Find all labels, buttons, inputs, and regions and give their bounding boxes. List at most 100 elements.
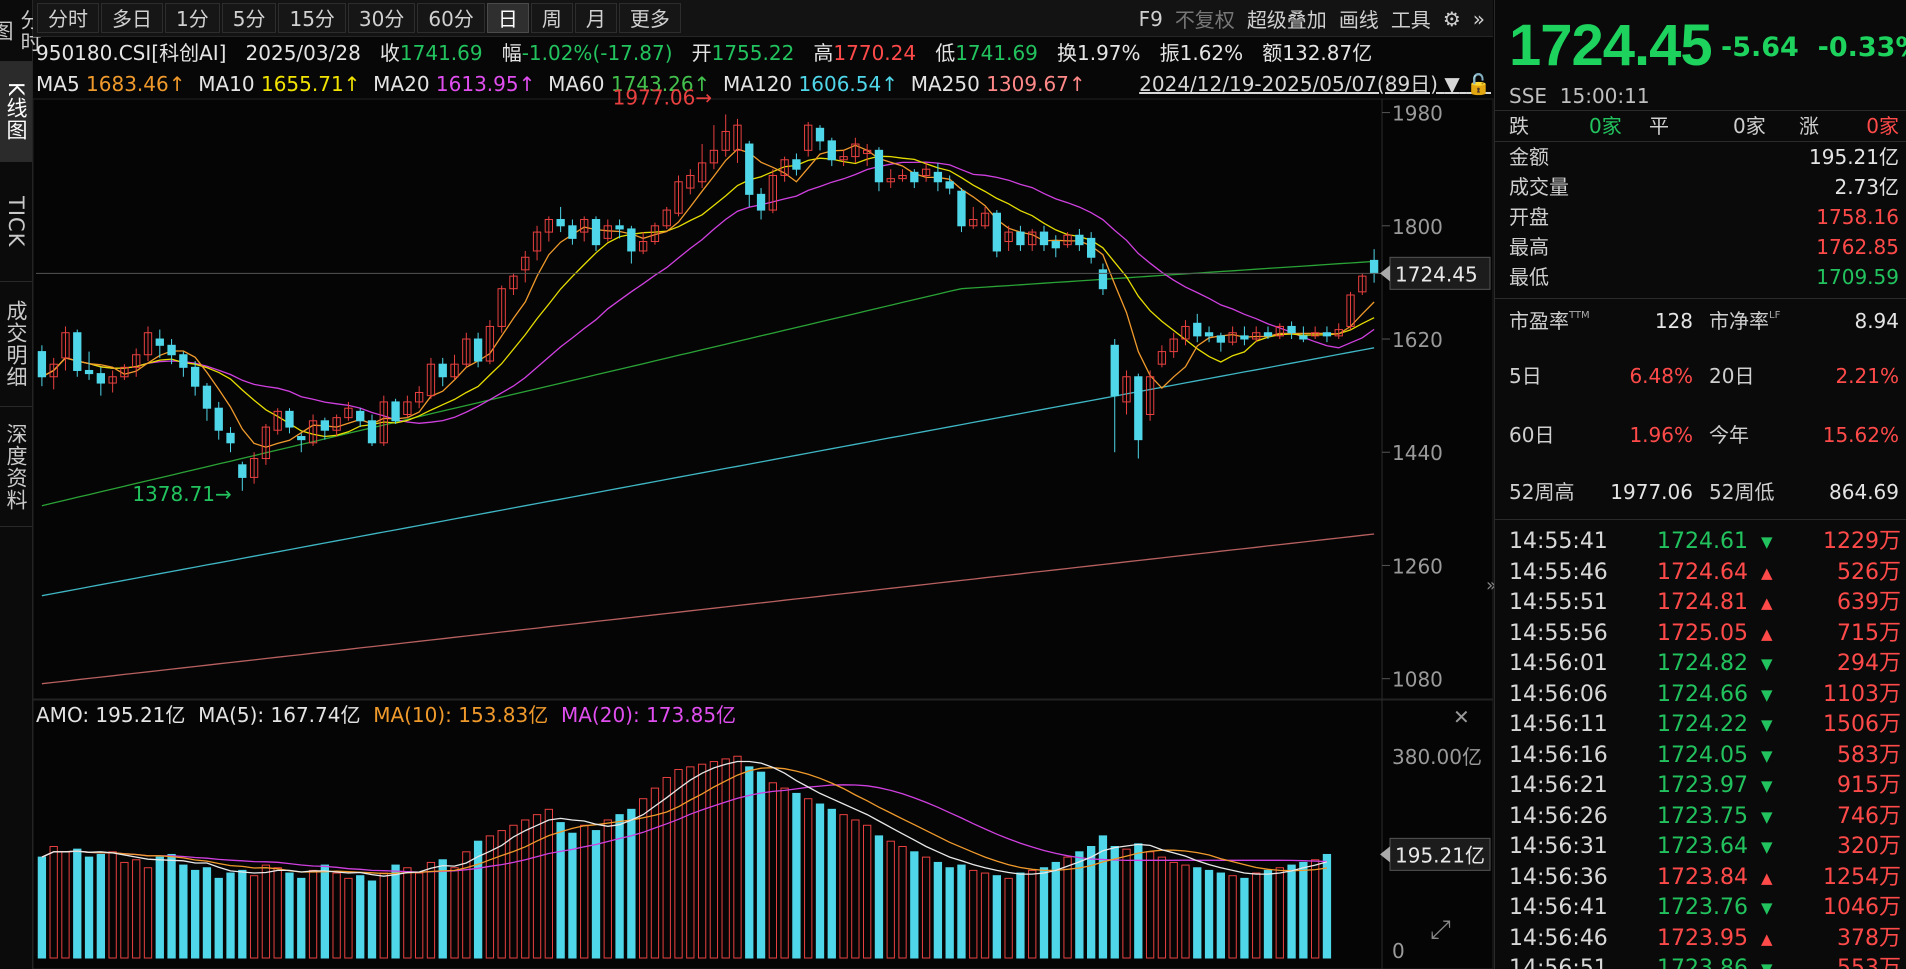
- volume-bar: [155, 856, 164, 959]
- volume-bar: [591, 830, 601, 959]
- tick-row: 14:56:36 1723.84 ▲ 1254万: [1509, 863, 1901, 893]
- tick-row: 14:56:26 1723.75 ▼ 746万: [1509, 802, 1901, 832]
- ytd-label: 今年: [1709, 423, 1749, 447]
- vol-tick-label: 380.00亿: [1392, 745, 1482, 769]
- candle-body: [238, 464, 247, 478]
- tick-price: 1723.95: [1657, 925, 1748, 951]
- breadth-row: 跌 0家 平 0家 涨 0家: [1509, 111, 1899, 141]
- arrow-down-icon: ▼: [1761, 807, 1773, 826]
- tick-volume: 1254万: [1823, 864, 1901, 890]
- pb-value: 8.94: [1854, 309, 1899, 333]
- d5-value: 6.48%: [1629, 364, 1693, 388]
- candle-body: [155, 338, 164, 346]
- d60-label: 60日: [1509, 423, 1555, 447]
- current-price-label: 1724.45: [1395, 262, 1478, 286]
- low52-cell: 52周低 864.69: [1709, 477, 1899, 507]
- tick-volume: 715万: [1837, 620, 1901, 646]
- candle-body: [356, 410, 365, 422]
- tick-time: 14:56:21: [1509, 773, 1608, 798]
- candle-body: [910, 171, 919, 183]
- vol-ma10-value: MA(10): 153.83亿: [373, 703, 549, 727]
- volume-bar: [73, 848, 82, 959]
- arrow-down-icon: ▼: [1761, 746, 1773, 765]
- kline-chart[interactable]: 1980 1800 1620 1440 1260 1080 1724.45 1977.06→ 1…: [0, 0, 1494, 969]
- open-label: 开盘: [1509, 205, 1549, 229]
- tick-time: 14:56:41: [1509, 895, 1608, 920]
- tick-time: 14:55:56: [1509, 620, 1608, 646]
- candle-body: [1110, 344, 1119, 397]
- volume-legend: AMO: 195.21亿 MA(5): 167.74亿 MA(10): 153.…: [36, 700, 1456, 730]
- volume-value: 2.73亿: [1834, 175, 1899, 199]
- volume-bar: [285, 872, 294, 959]
- candle-body: [1204, 332, 1214, 337]
- expand-icon[interactable]: ⤢: [1430, 915, 1451, 945]
- volume-row: 成交量 2.73亿: [1509, 172, 1899, 202]
- arrow-up-icon: ▲: [1761, 929, 1773, 948]
- amount-label: 金额: [1509, 145, 1549, 169]
- volume-bar: [992, 875, 1001, 959]
- candle-body: [37, 351, 47, 378]
- volume-bar: [945, 867, 954, 959]
- tick-time: 14:55:51: [1509, 590, 1608, 615]
- volume-bar: [568, 832, 577, 959]
- tick-row: 14:56:16 1724.05 ▼ 583万: [1509, 741, 1901, 771]
- candle-body: [320, 420, 329, 431]
- candle-body: [179, 354, 188, 368]
- arrow-up-icon: ▲: [1761, 624, 1773, 643]
- tick-time: 14:56:11: [1509, 712, 1608, 737]
- volume-bar: [1110, 846, 1119, 959]
- d5-label: 5日: [1509, 364, 1542, 388]
- candle-body: [1263, 332, 1273, 337]
- volume-bar: [191, 869, 200, 959]
- tick-volume: 639万: [1837, 590, 1901, 615]
- candle-body: [391, 401, 400, 422]
- vol-ma5-value: MA(5): 167.74亿: [198, 703, 361, 727]
- candle-body: [297, 436, 306, 441]
- tick-volume: 294万: [1837, 651, 1901, 676]
- tick-price: 1725.05: [1657, 620, 1748, 646]
- volume-bar: [874, 835, 884, 959]
- amount-value: 195.21亿: [1809, 145, 1899, 169]
- rise-label: 涨: [1799, 114, 1819, 138]
- volume-bar: [438, 859, 447, 959]
- pe-cell: 市盈率TTM 128: [1509, 306, 1699, 336]
- candle-body: [1216, 335, 1225, 343]
- tick-volume: 583万: [1837, 742, 1901, 768]
- flat-count: 0家: [1733, 114, 1766, 138]
- d20-value: 2.21%: [1835, 364, 1899, 388]
- tick-price: 1724.81: [1657, 590, 1748, 615]
- volume-bar: [167, 853, 176, 959]
- tick-row: 14:55:51 1724.81 ▲ 639万: [1509, 588, 1901, 618]
- open-value: 1758.16: [1816, 205, 1899, 229]
- candle-body: [957, 190, 966, 227]
- high52-cell: 52周高 1977.06: [1509, 477, 1699, 507]
- volume-bar: [615, 814, 624, 959]
- y-tick-label: 1800: [1392, 215, 1443, 239]
- candle-body: [756, 193, 766, 211]
- tick-row: 14:56:51 1723.86 ▼ 553万: [1509, 954, 1901, 969]
- candle-body: [945, 181, 954, 189]
- tick-volume: 1046万: [1823, 895, 1901, 920]
- tick-row: 14:56:11 1724.22 ▼ 1506万: [1509, 710, 1901, 740]
- last-price: 1724.45: [1509, 13, 1713, 78]
- volume-bar: [214, 877, 223, 959]
- flat-label: 平: [1649, 114, 1669, 138]
- candle-body: [1016, 231, 1025, 246]
- tick-row: 14:56:21 1723.97 ▼ 915万: [1509, 771, 1901, 801]
- change-pct: -0.33%: [1817, 32, 1906, 63]
- volume-bar: [1039, 867, 1049, 959]
- candle-body: [933, 171, 943, 183]
- volume-bar: [202, 867, 212, 959]
- d20-label: 20日: [1709, 364, 1755, 388]
- fall-label: 跌: [1509, 114, 1529, 138]
- tick-time: 14:56:36: [1509, 864, 1608, 890]
- high52-label: 52周高: [1509, 480, 1575, 504]
- tick-time: 14:56:26: [1509, 803, 1608, 829]
- tick-volume: 526万: [1837, 559, 1901, 585]
- high-label: 最高: [1509, 235, 1549, 259]
- candle-body: [202, 385, 212, 409]
- candle-body: [1287, 325, 1296, 334]
- volume-bar: [1299, 861, 1308, 959]
- candle-body: [191, 366, 200, 387]
- time: 15:00:11: [1559, 84, 1650, 108]
